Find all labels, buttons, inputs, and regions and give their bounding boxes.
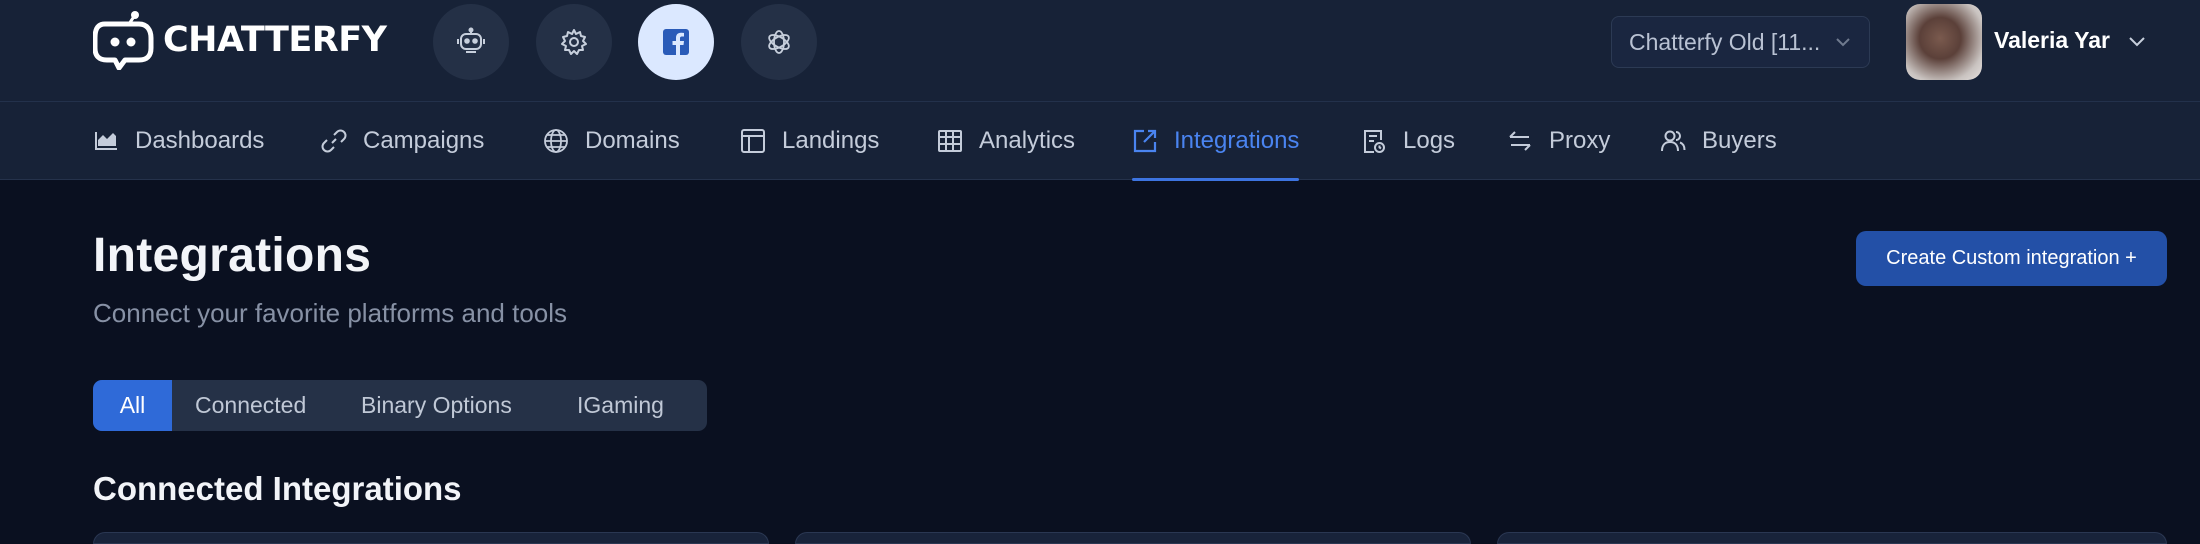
nav-item-landings[interactable]: Landings	[740, 102, 879, 180]
robot-icon	[457, 27, 485, 53]
nav-item-domains[interactable]: Domains	[543, 102, 680, 180]
integration-card[interactable]	[795, 532, 1471, 544]
nav-item-integrations[interactable]: Integrations	[1132, 102, 1300, 181]
page-subtitle: Connect your favorite platforms and tool…	[93, 298, 568, 328]
nav-item-label: Landings	[782, 127, 880, 154]
create-custom-integration-button[interactable]: Create Custom integration +	[1856, 231, 2167, 286]
nav-item-campaigns[interactable]: Campaigns	[321, 102, 484, 180]
integration-card[interactable]	[1497, 532, 2167, 544]
nav-item-label: Campaigns	[363, 127, 485, 154]
project-select[interactable]: Chatterfy Old [11...	[1611, 16, 1870, 68]
filter-tab-connected[interactable]: Connected	[172, 380, 361, 431]
nav-item-label: Proxy	[1549, 127, 1611, 154]
main-nav: Dashboards Campaigns Domains Landings An…	[0, 102, 2200, 181]
user-menu-chevron-icon[interactable]	[2127, 31, 2147, 51]
nav-item-logs[interactable]: Logs	[1361, 102, 1455, 180]
gear-icon	[561, 29, 587, 55]
nav-item-proxy[interactable]: Proxy	[1507, 102, 1610, 180]
nav-item-buyers[interactable]: Buyers	[1660, 102, 1777, 180]
openai-button[interactable]	[741, 4, 817, 80]
integration-card[interactable]	[93, 532, 769, 544]
layout-icon	[741, 129, 765, 153]
connected-integrations-title: Connected Integrations	[93, 470, 462, 507]
filter-tab-binary-options[interactable]: Binary Options	[361, 380, 577, 431]
external-link-icon	[1133, 129, 1157, 153]
table-icon	[938, 130, 962, 152]
nav-item-label: Logs	[1403, 127, 1456, 154]
nav-item-label: Domains	[585, 127, 680, 154]
document-icon	[1364, 130, 1385, 153]
globe-icon	[544, 129, 568, 153]
nav-item-analytics[interactable]: Analytics	[937, 102, 1075, 180]
brand-logo[interactable]: CHATTERFY	[93, 10, 387, 70]
top-bar: CHATTERFY Chatterfy Old [11... Valeria Y…	[0, 0, 2200, 102]
users-icon	[1661, 130, 1686, 152]
nav-item-label: Dashboards	[135, 127, 265, 154]
filter-tab-all[interactable]: All	[93, 380, 172, 431]
avatar[interactable]	[1906, 4, 1982, 80]
filter-tabs: All Connected Binary Options IGaming	[93, 380, 707, 431]
nav-item-dashboards[interactable]: Dashboards	[93, 102, 264, 180]
nav-item-label: Analytics	[979, 127, 1076, 154]
settings-button[interactable]	[536, 4, 612, 80]
nav-item-label: Buyers	[1702, 127, 1777, 154]
page-title: Integrations	[93, 229, 372, 282]
facebook-button[interactable]	[638, 4, 714, 80]
openai-icon	[768, 30, 790, 54]
filter-tab-igaming[interactable]: IGaming	[577, 380, 664, 431]
bot-button[interactable]	[433, 4, 509, 80]
chevron-down-icon	[1836, 38, 1850, 47]
user-name[interactable]: Valeria Yar	[1994, 27, 2110, 54]
active-tab-indicator	[1132, 178, 1300, 181]
facebook-icon	[663, 29, 689, 55]
chatterfy-logo-icon	[93, 11, 154, 70]
chart-icon	[95, 132, 117, 150]
arrows-icon	[1509, 131, 1531, 151]
link-icon	[321, 129, 347, 153]
project-select-value: Chatterfy Old [11...	[1629, 28, 1821, 55]
nav-item-label: Integrations	[1174, 127, 1300, 154]
brand-name: CHATTERFY	[163, 20, 387, 60]
